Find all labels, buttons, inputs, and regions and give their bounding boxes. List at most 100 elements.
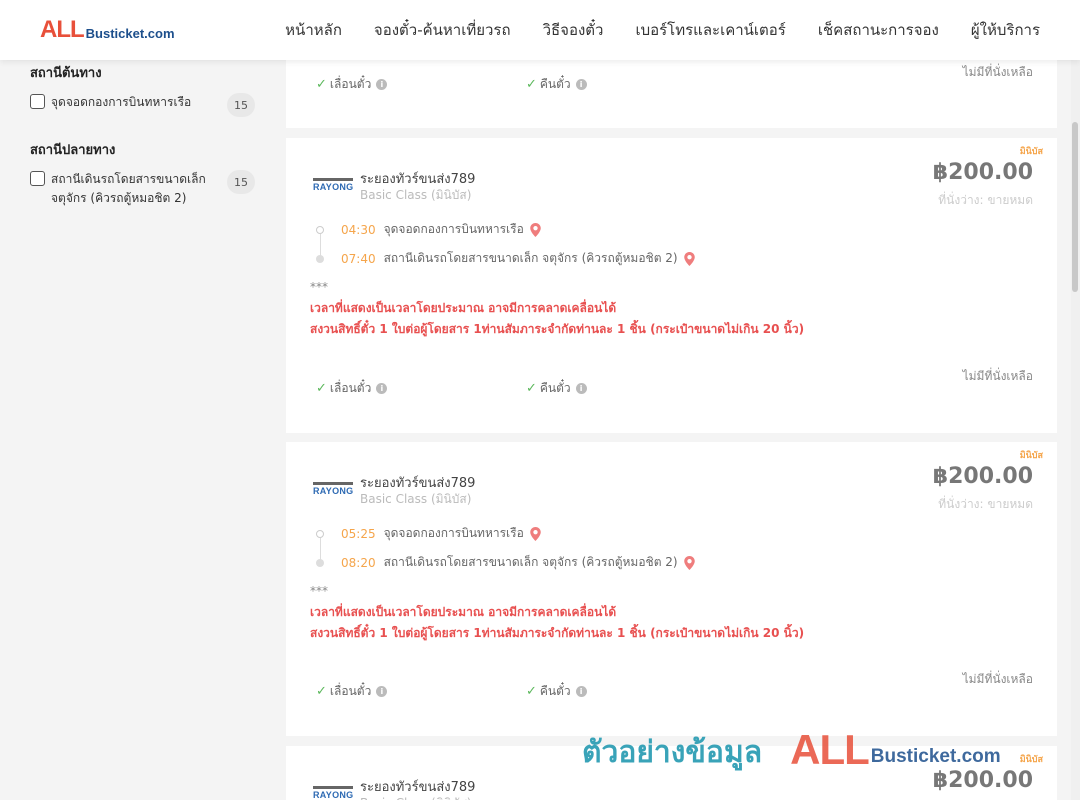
map-pin-icon[interactable] [683,555,695,570]
dest-count-badge: 15 [227,170,255,194]
watermark-logo-all: ALL [790,726,870,773]
reschedule-feature: ✓ เลื่อนตั๋ว i [316,75,388,94]
trip-card[interactable]: มินิบัส RAYONG ระยองทัวร์ขนส่ง789 Basic … [286,442,1057,736]
map-pin-icon[interactable] [683,251,695,266]
route-dot-filled [316,558,324,567]
warning-time-note: เวลาที่แสดงเป็นเวลาโดยประมาณ อาจมีการคลา… [310,605,617,619]
info-icon[interactable]: i [376,686,388,697]
seats-available: ที่นั่งว่าง: ขายหมด [938,193,1033,207]
departure-time: 04:30 [341,222,376,237]
check-icon: ✓ [526,381,537,396]
info-icon[interactable]: i [376,383,388,394]
info-icon[interactable]: i [575,383,587,394]
note-stars: *** [310,584,328,598]
dest-filter-title: สถานีปลายทาง [30,143,116,158]
reschedule-feature: ✓ เลื่อนตั๋ว i [316,682,388,701]
info-icon[interactable]: i [575,79,587,90]
check-icon: ✓ [526,684,537,699]
top-header: ALL Busticket.com หน้าหลัก จองตั๋ว-ค้นหา… [0,0,1080,60]
nav-operators[interactable]: ผู้ให้บริการ [971,18,1040,42]
site-logo[interactable]: ALL Busticket.com [40,18,175,42]
service-class: Basic Class (มินิบัส) [360,794,471,800]
info-icon[interactable]: i [575,686,587,697]
origin-filter-option[interactable]: จุดจอดกองการบินทหารเรือ 15 [30,93,255,117]
vehicle-type-badge: มินิบัส [1019,147,1043,157]
warning-luggage-note: สงวนสิทธิ์ตั๋ว 1 ใบต่อผู้โดยสาร 1ท่านสัม… [310,322,805,336]
logo-all-text: ALL [40,16,85,43]
refund-feature: ✓ คืนตั๋ว i [526,379,587,398]
refund-feature: ✓ คืนตั๋ว i [526,682,587,701]
trip-card[interactable]: มินิบัส RAYONG ระยองทัวร์ขนส่ง789 Basic … [286,138,1057,433]
no-seat-text: ไม่มีที่นั่งเหลือ [962,65,1033,79]
refund-label: คืนตั๋ว [539,381,571,395]
no-seat-text: ไม่มีที่นั่งเหลือ [962,672,1033,686]
reschedule-label: เลื่อนตั๋ว [329,381,372,395]
sample-data-watermark: ตัวอย่างข้อมูล ALL Busticket.com [582,728,1001,772]
map-pin-icon[interactable] [530,222,541,237]
origin-checkbox[interactable] [30,94,45,109]
service-class: Basic Class (มินิบัส) [360,188,472,202]
route-dot-open [316,529,324,538]
refund-label: คืนตั๋ว [539,77,571,91]
note-stars: *** [310,280,328,294]
departure-stop: 04:30 จุดจอดกองการบินทหารเรือ [316,220,541,239]
route-dot-open [316,225,324,234]
arrival-stop: 07:40 สถานีเดินรถโดยสารขนาดเล็ก จตุจักร … [316,249,695,268]
logo-rest-text: Busticket.com [85,26,175,41]
arrival-place: สถานีเดินรถโดยสารขนาดเล็ก จตุจักร (คิวรถ… [383,555,678,569]
refund-feature: ✓ คืนตั๋ว i [526,75,587,94]
operator-logo-text: RAYONG [313,182,354,192]
dest-filter-option[interactable]: สถานีเดินรถโดยสารขนาดเล็ก จตุจักร (คิวรถ… [30,170,255,208]
main-nav: หน้าหลัก จองตั๋ว-ค้นหาเที่ยวรถ วิธีจองตั… [285,0,1040,60]
refund-label: คืนตั๋ว [539,684,571,698]
origin-option-label: จุดจอดกองการบินทหารเรือ [51,95,192,109]
ticket-price: ฿200.00 [932,464,1033,489]
reschedule-label: เลื่อนตั๋ว [329,684,372,698]
info-icon[interactable]: i [376,79,388,90]
watermark-text: ตัวอย่างข้อมูล [582,735,763,770]
arrival-place: สถานีเดินรถโดยสารขนาดเล็ก จตุจักร (คิวรถ… [383,251,678,265]
nav-how-to-book[interactable]: วิธีจองตั๋ว [543,18,604,42]
reschedule-feature: ✓ เลื่อนตั๋ว i [316,379,388,398]
departure-stop: 05:25 จุดจอดกองการบินทหารเรือ [316,524,541,543]
no-seat-text: ไม่มีที่นั่งเหลือ [962,369,1033,383]
departure-time: 05:25 [341,526,376,541]
operator-logo: RAYONG [313,178,353,192]
page-scrollbar[interactable] [1071,60,1080,800]
vehicle-type-badge: มินิบัส [1019,451,1043,461]
departure-place: จุดจอดกองการบินทหารเรือ [383,526,524,540]
operator-logo-text: RAYONG [313,790,354,800]
ticket-price: ฿200.00 [932,160,1033,185]
watermark-logo-rest: Busticket.com [870,746,1001,767]
warning-time-note: เวลาที่แสดงเป็นเวลาโดยประมาณ อาจมีการคลา… [310,301,617,315]
reschedule-label: เลื่อนตั๋ว [329,77,372,91]
vehicle-type-badge: มินิบัส [1019,755,1043,765]
origin-count-badge: 15 [227,93,255,117]
arrival-time: 08:20 [341,555,376,570]
nav-check-status[interactable]: เช็คสถานะการจอง [818,18,939,42]
trip-card-partial-top: ✓ เลื่อนตั๋ว i ✓ คืนตั๋ว i ไม่มีที่นั่งเ… [286,60,1057,128]
check-icon: ✓ [316,381,327,396]
map-pin-icon[interactable] [530,526,541,541]
scrollbar-thumb[interactable] [1072,122,1078,292]
arrival-stop: 08:20 สถานีเดินรถโดยสารขนาดเล็ก จตุจักร … [316,553,695,572]
operator-logo: RAYONG [313,786,353,800]
warning-luggage-note: สงวนสิทธิ์ตั๋ว 1 ใบต่อผู้โดยสาร 1ท่านสัม… [310,626,805,640]
seats-available: ที่นั่งว่าง: ขายหมด [938,497,1033,511]
filter-sidebar: สถานีต้นทาง จุดจอดกองการบินทหารเรือ 15 ส… [30,62,255,230]
check-icon: ✓ [316,77,327,92]
nav-book-search[interactable]: จองตั๋ว-ค้นหาเที่ยวรถ [374,18,511,42]
dest-option-label: สถานีเดินรถโดยสารขนาดเล็ก จตุจักร (คิวรถ… [51,172,206,205]
nav-home[interactable]: หน้าหลัก [285,18,342,42]
arrival-time: 07:40 [341,251,376,266]
check-icon: ✓ [316,684,327,699]
nav-contact-counter[interactable]: เบอร์โทรและเคาน์เตอร์ [635,18,785,42]
check-icon: ✓ [526,77,537,92]
departure-place: จุดจอดกองการบินทหารเรือ [383,222,524,236]
operator-logo-text: RAYONG [313,486,354,496]
origin-filter-title: สถานีต้นทาง [30,66,102,81]
dest-checkbox[interactable] [30,171,45,186]
service-class: Basic Class (มินิบัส) [360,492,472,506]
route-dot-filled [316,254,324,263]
operator-logo: RAYONG [313,482,353,496]
